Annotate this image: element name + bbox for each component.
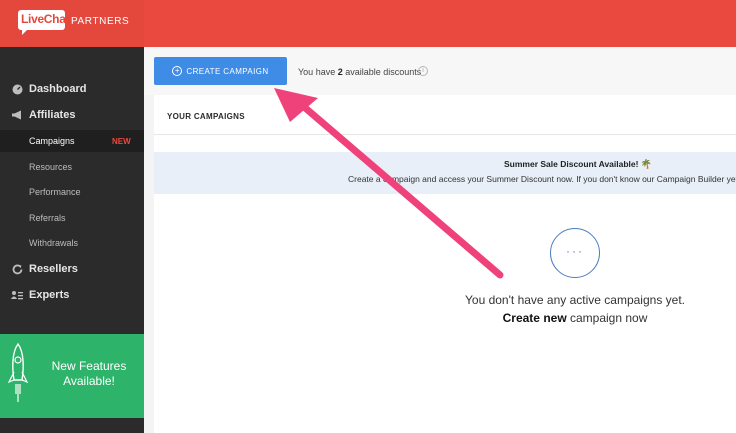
toolbar: + CREATE CAMPAIGN You have 2 available d… [144,47,736,95]
rocket-icon [6,342,30,415]
sidebar-item-label: Dashboard [29,83,87,95]
discount-prefix: You have [298,67,338,77]
sidebar-subitem-label: Performance [29,187,81,197]
dashboard-icon [11,83,23,95]
sidebar-item-label: Affiliates [29,109,76,121]
new-features-line1: New Features [51,359,127,373]
new-features-text: New Features Available! [40,359,138,389]
logo-bubble-tail [22,29,28,35]
logo-area[interactable]: LiveChat PARTNERS [0,0,144,47]
banner-title: Summer Sale Discount Available! 🌴 [504,159,652,170]
sidebar-item-experts[interactable]: Experts [0,283,144,307]
banner-text: Create a campaign and access your Summer… [348,174,736,184]
info-icon[interactable]: i [418,66,428,76]
plus-circle-icon: + [172,66,183,76]
create-campaign-label: CREATE CAMPAIGN [186,66,269,76]
sidebar-subitem-label: Campaigns [29,136,75,146]
sidebar-item-affiliates[interactable]: Affiliates [0,103,144,127]
campaigns-panel: YOUR CAMPAIGNS Summer Sale Discount Avai… [154,95,736,433]
create-new-link[interactable]: Create new [503,311,567,325]
sidebar-subitem-label: Withdrawals [29,238,79,248]
panel-header: YOUR CAMPAIGNS [154,95,736,135]
sidebar-subitem-label: Referrals [29,213,66,223]
empty-state-cta: Create new campaign now [448,311,702,325]
sidebar-subitem-resources[interactable]: Resources [0,156,144,178]
logo-suffix: PARTNERS [71,16,130,27]
discount-banner: Summer Sale Discount Available! 🌴 Create… [154,152,736,194]
sidebar-subitem-referrals[interactable]: Referrals [0,207,144,229]
sidebar-item-resellers[interactable]: Resellers [0,257,144,281]
discount-suffix: available discounts [342,67,422,77]
main-content: + CREATE CAMPAIGN You have 2 available d… [144,47,736,433]
new-badge: NEW [112,136,131,146]
new-features-panel[interactable]: New Features Available! [0,334,144,418]
banner-title-text: Summer Sale Discount Available! [504,159,639,169]
sidebar-subitem-withdrawals[interactable]: Withdrawals [0,232,144,254]
sidebar-subitem-campaigns[interactable]: Campaigns NEW [0,130,144,152]
sidebar-item-dashboard[interactable]: Dashboard [0,77,144,101]
livechat-logo[interactable]: LiveChat [18,10,70,30]
sidebar-subitem-label: Resources [29,162,73,172]
empty-state-message: You don't have any active campaigns yet. [465,293,685,307]
empty-state-icon: ··· [550,228,600,278]
sidebar-subitem-performance[interactable]: Performance [0,181,144,203]
megaphone-icon [11,109,23,121]
experts-icon [11,289,23,301]
sidebar-item-label: Experts [29,289,70,301]
top-bar: LiveChat PARTNERS [0,0,736,47]
logo-text: LiveChat [21,12,70,26]
new-features-line2: Available! [63,374,115,388]
sidebar-item-label: Resellers [29,263,78,275]
discount-info: You have 2 available discounts [298,67,421,77]
sidebar: Dashboard Affiliates Campaigns NEW Resou… [0,47,144,433]
create-campaign-button[interactable]: + CREATE CAMPAIGN [154,57,287,85]
empty-state-cta-rest: campaign now [566,311,648,325]
refresh-icon [11,263,23,275]
palm-tree-icon: 🌴 [640,159,653,169]
panel-title: YOUR CAMPAIGNS [167,112,245,121]
